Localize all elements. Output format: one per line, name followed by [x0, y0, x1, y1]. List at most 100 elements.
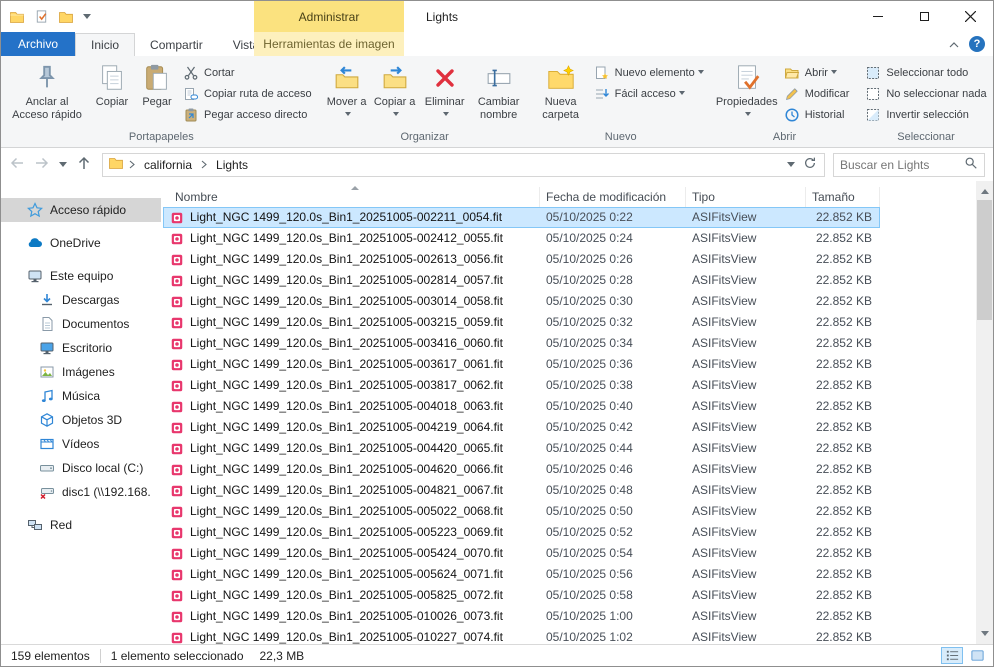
address-dropdown-icon[interactable] — [787, 162, 795, 171]
up-button[interactable] — [76, 155, 92, 174]
file-row[interactable]: Light_NGC 1499_120.0s_Bin1_20251005-0040… — [163, 396, 880, 417]
tab-compartir[interactable]: Compartir — [135, 33, 218, 56]
file-row[interactable]: Light_NGC 1499_120.0s_Bin1_20251005-0038… — [163, 375, 880, 396]
new-folder-button[interactable]: Nueva carpeta — [534, 60, 588, 124]
details-view-button[interactable] — [941, 647, 963, 664]
breadcrumb-item-california[interactable]: california — [140, 158, 196, 172]
search-input[interactable] — [840, 158, 964, 172]
file-row[interactable]: Light_NGC 1499_120.0s_Bin1_20251005-0032… — [163, 312, 880, 333]
file-row[interactable]: Light_NGC 1499_120.0s_Bin1_20251005-0046… — [163, 459, 880, 480]
file-row[interactable]: Light_NGC 1499_120.0s_Bin1_20251005-0042… — [163, 417, 880, 438]
ribbon-group-new: Nueva carpeta Nuevo elemento Fácil acces… — [530, 58, 712, 147]
file-type: ASIFitsView — [686, 564, 806, 585]
window-controls — [855, 1, 993, 32]
scrollbar-thumb[interactable] — [977, 200, 992, 320]
refresh-icon[interactable] — [803, 156, 817, 173]
qat-new-folder-icon[interactable] — [58, 9, 74, 25]
file-row[interactable]: Light_NGC 1499_120.0s_Bin1_20251005-0024… — [163, 228, 880, 249]
sidebar-item-descargas[interactable]: Descargas — [1, 288, 161, 312]
sidebar-item-red[interactable]: Red — [1, 513, 161, 537]
file-type: ASIFitsView — [686, 270, 806, 291]
file-row[interactable]: Light_NGC 1499_120.0s_Bin1_20251005-0022… — [163, 207, 880, 228]
thumbnails-view-button[interactable] — [966, 647, 988, 664]
edit-button[interactable]: Modificar — [780, 84, 854, 104]
context-tab-administrar[interactable]: Administrar — [254, 1, 404, 32]
file-row[interactable]: Light_NGC 1499_120.0s_Bin1_20251005-0048… — [163, 480, 880, 501]
tab-herramientas-de-imagen[interactable]: Herramientas de imagen — [254, 32, 404, 56]
properties-button[interactable]: Propiedades — [716, 60, 778, 124]
file-row[interactable]: Light_NGC 1499_120.0s_Bin1_20251005-0036… — [163, 354, 880, 375]
cut-label: Cortar — [204, 67, 235, 79]
selection-size: 22,3 MB — [260, 649, 305, 663]
scroll-down-icon[interactable] — [976, 627, 993, 644]
new-item-button[interactable]: Nuevo elemento — [590, 63, 708, 83]
column-header-date[interactable]: Fecha de modificación — [540, 187, 686, 207]
sidebar-item-documentos[interactable]: Documentos — [1, 312, 161, 336]
file-row[interactable]: Light_NGC 1499_120.0s_Bin1_20251005-0056… — [163, 564, 880, 585]
maximize-button[interactable] — [901, 1, 947, 32]
vertical-scrollbar[interactable] — [976, 181, 993, 644]
copy-button[interactable]: Copiar — [89, 60, 135, 111]
breadcrumb-item-lights[interactable]: Lights — [212, 158, 252, 172]
file-row[interactable]: Light_NGC 1499_120.0s_Bin1_20251005-0026… — [163, 249, 880, 270]
tab-inicio[interactable]: Inicio — [75, 33, 135, 56]
search-icon[interactable] — [964, 156, 978, 173]
sidebar-item-label: Escritorio — [62, 341, 112, 355]
collapse-ribbon-icon[interactable] — [949, 37, 959, 51]
file-row[interactable]: Light_NGC 1499_120.0s_Bin1_20251005-0100… — [163, 606, 880, 627]
file-row[interactable]: Light_NGC 1499_120.0s_Bin1_20251005-0058… — [163, 585, 880, 606]
file-row[interactable]: Light_NGC 1499_120.0s_Bin1_20251005-0030… — [163, 291, 880, 312]
close-button[interactable] — [947, 1, 993, 32]
minimize-button[interactable] — [855, 1, 901, 32]
sidebar-item-acceso-r-pido[interactable]: Acceso rápido — [1, 198, 161, 222]
pin-to-quick-access-button[interactable]: Anclar al Acceso rápido — [7, 60, 87, 124]
invert-selection-button[interactable]: Invertir selección — [861, 105, 990, 125]
file-name: Light_NGC 1499_120.0s_Bin1_20251005-0036… — [190, 354, 503, 375]
open-button[interactable]: Abrir — [780, 63, 854, 83]
scroll-up-icon[interactable] — [976, 181, 993, 198]
sidebar-item-onedrive[interactable]: OneDrive — [1, 231, 161, 255]
column-header-name[interactable]: Nombre — [163, 187, 540, 207]
copy-to-button[interactable]: Copiar a — [372, 60, 418, 124]
sidebar-item-im-genes[interactable]: Imágenes — [1, 360, 161, 384]
fits-file-icon — [170, 232, 184, 246]
recent-locations-icon[interactable] — [59, 162, 67, 171]
move-to-button[interactable]: Mover a — [324, 60, 370, 124]
address-field[interactable]: california Lights — [102, 153, 825, 177]
file-row[interactable]: Light_NGC 1499_120.0s_Bin1_20251005-0050… — [163, 501, 880, 522]
easy-access-button[interactable]: Fácil acceso — [590, 84, 708, 104]
column-header-size[interactable]: Tamaño — [806, 187, 880, 207]
file-row[interactable]: Light_NGC 1499_120.0s_Bin1_20251005-0052… — [163, 522, 880, 543]
file-row[interactable]: Light_NGC 1499_120.0s_Bin1_20251005-0102… — [163, 627, 880, 644]
rename-button[interactable]: Cambiar nombre — [472, 60, 526, 124]
customize-quick-access-icon[interactable] — [83, 14, 91, 23]
context-tab-label: Administrar — [299, 10, 360, 24]
file-row[interactable]: Light_NGC 1499_120.0s_Bin1_20251005-0034… — [163, 333, 880, 354]
move-to-label: Mover a — [325, 96, 369, 122]
select-all-button[interactable]: Seleccionar todo — [861, 63, 990, 83]
file-row[interactable]: Light_NGC 1499_120.0s_Bin1_20251005-0054… — [163, 543, 880, 564]
forward-button[interactable] — [34, 155, 50, 174]
qat-properties-icon[interactable] — [34, 9, 49, 24]
sidebar-item-v-deos[interactable]: Vídeos — [1, 432, 161, 456]
sidebar-item-escritorio[interactable]: Escritorio — [1, 336, 161, 360]
sidebar-item-disc1-192-168[interactable]: disc1 (\\192.168. — [1, 480, 161, 504]
column-header-type[interactable]: Tipo — [686, 187, 806, 207]
ribbon-group-organize: Mover a Copiar a Eliminar Cambiar nombre… — [320, 58, 530, 147]
sidebar-item-objetos-3d[interactable]: Objetos 3D — [1, 408, 161, 432]
back-button[interactable] — [9, 155, 25, 174]
paste-button[interactable]: Pegar — [137, 60, 177, 111]
cut-button[interactable]: Cortar — [179, 63, 316, 83]
sidebar-item-disco-local-c[interactable]: Disco local (C:) — [1, 456, 161, 480]
delete-button[interactable]: Eliminar — [420, 60, 470, 124]
help-icon[interactable]: ? — [969, 36, 985, 52]
tab-archivo[interactable]: Archivo — [1, 32, 75, 56]
copy-path-button[interactable]: Copiar ruta de acceso — [179, 84, 316, 104]
file-row[interactable]: Light_NGC 1499_120.0s_Bin1_20251005-0044… — [163, 438, 880, 459]
sidebar-item-este-equipo[interactable]: Este equipo — [1, 264, 161, 288]
select-none-button[interactable]: No seleccionar nada — [861, 84, 990, 104]
history-button[interactable]: Historial — [780, 105, 854, 125]
paste-shortcut-button[interactable]: Pegar acceso directo — [179, 105, 316, 125]
file-row[interactable]: Light_NGC 1499_120.0s_Bin1_20251005-0028… — [163, 270, 880, 291]
sidebar-item-m-sica[interactable]: Música — [1, 384, 161, 408]
